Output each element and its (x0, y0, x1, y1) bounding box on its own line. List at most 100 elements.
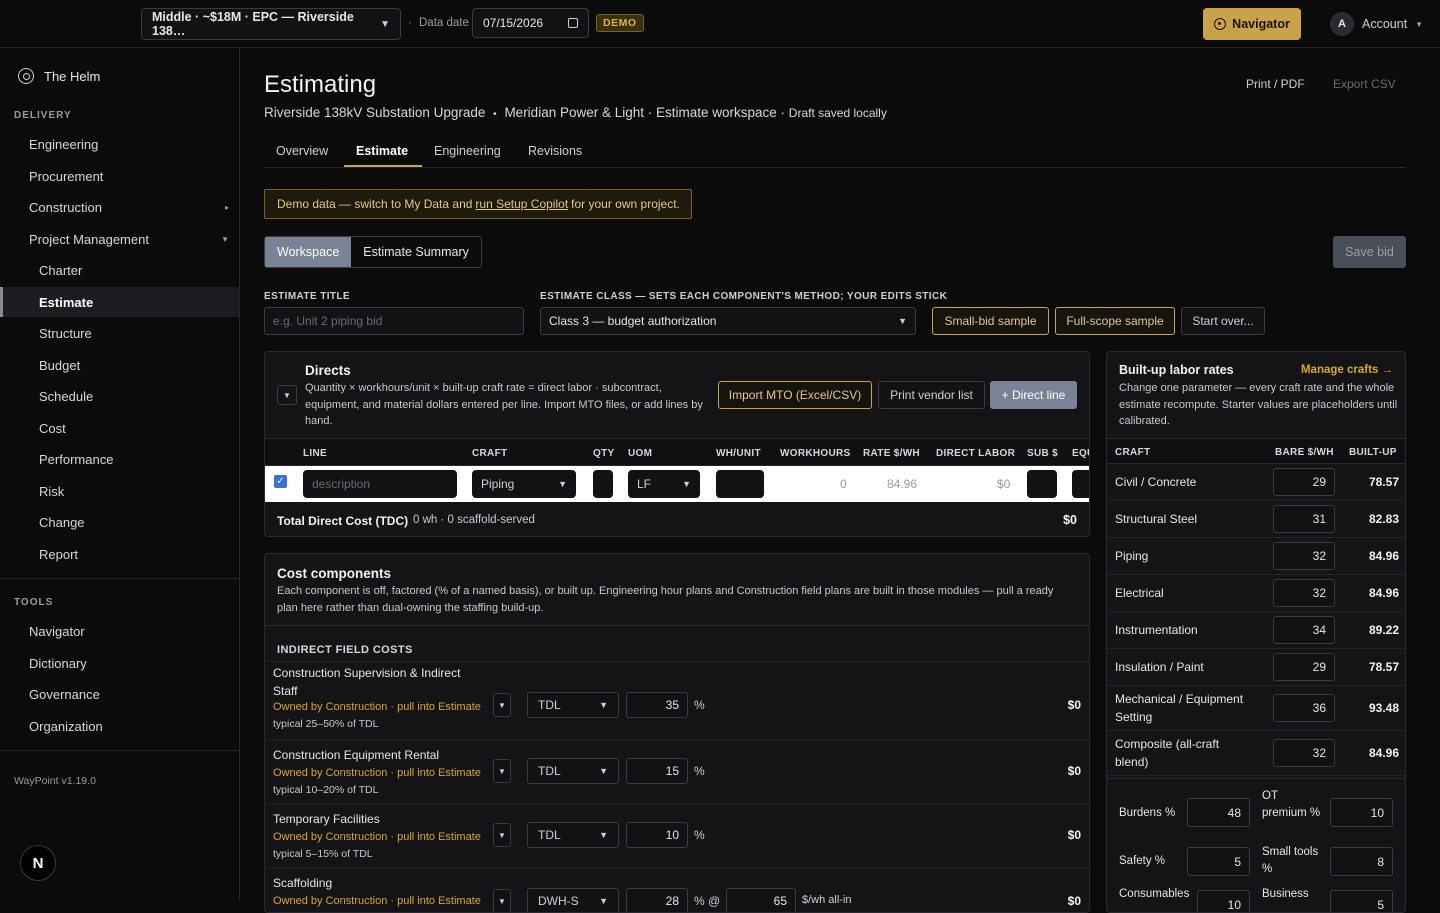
unit-label: % @ (694, 894, 721, 908)
data-date-input[interactable]: 07/15/2026 (472, 8, 589, 38)
save-bid-button[interactable]: Save bid (1333, 236, 1406, 268)
chevron-down-icon: ▼ (283, 390, 291, 400)
manage-crafts-link[interactable]: Manage crafts → (1301, 364, 1393, 376)
sidebar-item-change[interactable]: Change (0, 507, 239, 537)
sidebar-item-project-management[interactable]: Project Management ▼ (0, 224, 239, 254)
bare-rate-input[interactable]: 29 (1273, 468, 1335, 496)
owned-by-link[interactable]: Owned by Construction · pull into Estima… (273, 701, 481, 713)
method-select[interactable]: ▼ (493, 693, 511, 717)
method-select[interactable]: ▼ (493, 759, 511, 783)
export-csv-button[interactable]: Export CSV (1333, 77, 1396, 91)
method-select[interactable]: ▼ (493, 823, 511, 847)
safety-input[interactable]: 5 (1187, 847, 1250, 876)
workspace-toggle[interactable]: Workspace (265, 237, 352, 267)
print-vendor-list-button[interactable]: Print vendor list (878, 381, 985, 409)
basis-select[interactable]: TDL ▼ (527, 758, 619, 784)
project-select[interactable]: Middle · ~$18M · EPC — Riverside 138… ▼ (141, 8, 401, 40)
factor-input[interactable]: 28 (626, 888, 688, 912)
small-bid-sample-button[interactable]: Small-bid sample (932, 307, 1049, 335)
tab-overview[interactable]: Overview (276, 144, 328, 158)
collapse-directs-button[interactable]: ▼ (277, 385, 297, 405)
estimate-summary-toggle[interactable]: Estimate Summary (351, 237, 481, 267)
basis-select[interactable]: TDL ▼ (527, 822, 619, 848)
bare-rate-input[interactable]: 29 (1273, 653, 1335, 681)
bare-rate-input[interactable]: 31 (1273, 505, 1335, 533)
calendar-icon[interactable] (568, 18, 578, 28)
chevron-down-icon: ▼ (898, 316, 907, 326)
factor-input[interactable]: 10 (626, 822, 688, 848)
add-direct-line-button[interactable]: + Direct line (990, 381, 1077, 409)
column-header: BARE $/WH (1275, 447, 1334, 458)
line-description-input[interactable]: description (303, 470, 457, 498)
chevron-right-icon: ▸ (224, 202, 229, 212)
bare-rate-input[interactable]: 32 (1273, 542, 1335, 570)
factor-input[interactable]: 35 (626, 692, 688, 718)
column-header: WORKHOURS (780, 448, 851, 459)
factor-input[interactable]: 15 (626, 758, 688, 784)
sidebar-item-schedule[interactable]: Schedule (0, 381, 239, 411)
dev-badge[interactable]: N (20, 845, 56, 881)
sidebar-item-governance[interactable]: Governance (0, 679, 239, 709)
consumables-input[interactable]: 10 (1197, 890, 1250, 912)
typical-range: typical 25–50% of TDL (273, 718, 379, 730)
sidebar-item-cost[interactable]: Cost (0, 413, 239, 443)
chevron-down-icon: ▼ (498, 766, 506, 776)
row-select-checkbox[interactable]: ✓ (274, 475, 287, 488)
sidebar-item-performance[interactable]: Performance (0, 444, 239, 474)
estimate-title-input[interactable]: e.g. Unit 2 piping bid (264, 307, 524, 335)
business-input[interactable]: 5 (1330, 890, 1393, 912)
sidebar-item-charter[interactable]: Charter (0, 255, 239, 285)
top-bar: Middle · ~$18M · EPC — Riverside 138… ▼ … (0, 0, 1440, 48)
bare-rate-input[interactable]: 32 (1273, 579, 1335, 607)
setup-copilot-link[interactable]: run Setup Copilot (475, 197, 568, 211)
sub-cost-input[interactable] (1027, 470, 1057, 498)
basis-select[interactable]: DWH-S ▼ (527, 888, 619, 912)
owned-by-link[interactable]: Owned by Construction · pull into Estima… (273, 831, 481, 843)
sidebar-item-navigator[interactable]: Navigator (0, 616, 239, 646)
burdens-input[interactable]: 48 (1187, 798, 1250, 827)
helm-icon (18, 68, 34, 84)
tab-engineering[interactable]: Engineering (434, 144, 501, 158)
navigator-button[interactable]: Navigator (1203, 8, 1301, 40)
uom-select[interactable]: LF ▼ (628, 470, 700, 498)
sidebar-item-structure[interactable]: Structure (0, 318, 239, 348)
craft-rate-row: Structural Steel 31 82.83 (1107, 501, 1405, 538)
owned-by-link[interactable]: Owned by Construction · pull into Estima… (273, 895, 481, 907)
sidebar-item-engineering[interactable]: Engineering (0, 129, 239, 159)
craft-name: Electrical (1115, 586, 1164, 600)
ot-premium-input[interactable]: 10 (1330, 798, 1393, 827)
sidebar-item-dictionary[interactable]: Dictionary (0, 648, 239, 678)
sidebar-item-estimate[interactable]: Estimate (0, 287, 239, 317)
print-pdf-button[interactable]: Print / PDF (1246, 77, 1305, 91)
qty-input[interactable] (593, 470, 613, 498)
estimate-class-select[interactable]: Class 3 — budget authorization ▼ (540, 307, 916, 335)
sidebar-item-report[interactable]: Report (0, 539, 239, 569)
wh-per-unit-input[interactable] (716, 470, 764, 498)
craft-select[interactable]: Piping ▼ (472, 470, 576, 498)
full-scope-sample-button[interactable]: Full-scope sample (1055, 307, 1175, 335)
sidebar-item-risk[interactable]: Risk (0, 476, 239, 506)
start-over-button[interactable]: Start over... (1181, 307, 1265, 335)
rate-input[interactable]: 65 (726, 888, 796, 912)
owned-by-link[interactable]: Owned by Construction · pull into Estima… (273, 767, 481, 779)
craft-rate-row: Piping 32 84.96 (1107, 538, 1405, 575)
import-mto-button[interactable]: Import MTO (Excel/CSV) (718, 381, 872, 409)
bare-rate-input[interactable]: 36 (1273, 694, 1335, 722)
basis-select[interactable]: TDL ▼ (527, 692, 619, 718)
sidebar-item-procurement[interactable]: Procurement (0, 161, 239, 191)
tab-revisions[interactable]: Revisions (528, 144, 582, 158)
tab-estimate[interactable]: Estimate (356, 144, 408, 158)
page-title: Estimating (264, 71, 377, 98)
sidebar-item-the-helm[interactable]: The Helm (18, 68, 100, 84)
bare-rate-input[interactable]: 34 (1273, 616, 1335, 644)
sidebar-item-organization[interactable]: Organization (0, 711, 239, 741)
equipment-cost-input[interactable] (1072, 470, 1089, 498)
section-label-delivery: DELIVERY (14, 110, 72, 121)
small-tools-input[interactable]: 8 (1330, 847, 1393, 876)
column-header: CRAFT (472, 448, 508, 459)
method-select[interactable]: ▼ (493, 889, 511, 912)
bare-rate-input[interactable]: 32 (1273, 739, 1335, 767)
account-menu[interactable]: A Account ▼ (1330, 12, 1423, 36)
sidebar-item-budget[interactable]: Budget (0, 350, 239, 380)
sidebar-item-construction[interactable]: Construction ▸ (0, 192, 239, 222)
